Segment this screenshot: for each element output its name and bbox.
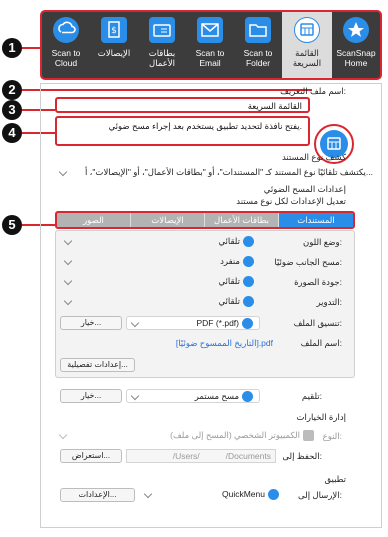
toolbar-quickmenu[interactable]: القائمة السريعة <box>282 12 332 78</box>
doc-type-tabs: الصور الإيصالات بطاقات الأعمال المستندات <box>55 211 355 229</box>
tab-photos[interactable]: الصور <box>57 213 130 227</box>
rotation-label: التدوير: <box>316 297 342 307</box>
callout-5: 5 <box>2 215 22 235</box>
detailed-settings-button[interactable]: إعدادات تفصيلية... <box>60 358 135 372</box>
doc-type-heading: كشف نوع المستند <box>281 152 346 162</box>
callout-line-1 <box>22 47 40 49</box>
save-to-field[interactable]: /Users/ /Documents <box>126 449 276 463</box>
file-format-label: تنسيق الملف: <box>293 318 342 328</box>
callout-2: 2 <box>2 80 22 100</box>
image-quality-select[interactable]: تلقائي <box>60 275 260 289</box>
toolbar-scan-to-folder[interactable]: Scan to Folder <box>234 12 282 78</box>
file-format-select[interactable]: PDF (*.pdf) <box>126 316 260 330</box>
folder-icon <box>245 17 271 43</box>
scanning-side-select[interactable]: منفرد <box>60 255 260 269</box>
manage-type-select[interactable]: الكمبيوتر الشخصي (المسح إلى ملف) <box>55 429 320 443</box>
image-quality-label: جودة الصورة: <box>294 277 342 287</box>
image-quality-icon <box>243 276 254 288</box>
chevron-down-icon <box>58 430 68 440</box>
toolbar-business-cards[interactable]: بطاقات الأعمال <box>138 12 186 78</box>
email-icon <box>197 17 223 43</box>
callout-4: 4 <box>2 123 22 143</box>
file-format-options-button[interactable]: خيار... <box>60 316 122 330</box>
send-to-select[interactable]: QuickMenu <box>140 488 285 502</box>
profile-name-value: القائمة السريعة <box>247 101 302 111</box>
chevron-down-icon <box>63 296 73 306</box>
callout-3: 3 <box>2 100 22 120</box>
scan-settings-heading: إعدادات المسح الضوئي <box>263 184 346 194</box>
feed-icon <box>242 391 253 403</box>
tab-receipts[interactable]: الإيصالات <box>130 213 204 227</box>
file-name-value[interactable]: [التاريخ الممسوح ضوئيًا].pdf <box>176 338 273 349</box>
file-name-label: اسم الملف: <box>300 338 342 348</box>
business-card-icon <box>149 17 175 43</box>
tab-documents[interactable]: المستندات <box>278 213 353 227</box>
rotation-icon <box>243 296 254 308</box>
application-heading: تطبيق <box>324 474 346 484</box>
chevron-down-icon <box>130 318 140 328</box>
save-to-label: الحفظ إلى: <box>282 451 322 461</box>
receipt-icon: $ <box>101 17 127 43</box>
manage-type-label: النوع: <box>322 431 342 441</box>
chevron-down-icon <box>63 276 73 286</box>
doc-type-select[interactable]: يكتشف تلقائيًا نوع المستند كـ "المستندات… <box>55 166 375 180</box>
callout-1: 1 <box>2 38 22 58</box>
browse-button[interactable]: استعراض... <box>60 449 122 463</box>
manage-options-heading: إدارة الخيارات <box>296 412 347 422</box>
svg-text:$: $ <box>111 26 117 36</box>
profile-toolbar: Scan to Cloud $ الإيصالات بطاقات الأعمال… <box>40 10 382 80</box>
profile-description-field[interactable]: يفتح نافذة لتحديد تطبيق يستخدم بعد إجراء… <box>55 116 310 146</box>
color-mode-select[interactable]: تلقائي <box>60 235 260 249</box>
pdf-icon <box>242 318 253 330</box>
chevron-down-icon <box>58 167 68 177</box>
scan-settings-subheading: تعديل الإعدادات لكل نوع مستند <box>236 196 346 206</box>
quickmenu-icon <box>294 17 320 43</box>
send-to-label: الإرسال إلى: <box>298 490 342 500</box>
rotation-select[interactable]: تلقائي <box>60 295 260 309</box>
feed-select[interactable]: مسح مستمر <box>126 389 260 403</box>
color-mode-icon <box>243 236 254 248</box>
profile-name-label: اسم ملف التعريف: <box>280 86 346 96</box>
chevron-down-icon <box>63 236 73 246</box>
application-settings-button[interactable]: الإعدادات... <box>60 488 135 502</box>
window: { "toolbar": { "items": [ {"label": "Sca… <box>0 0 388 537</box>
toolbar-scan-to-email[interactable]: Scan to Email <box>186 12 234 78</box>
toolbar-receipts[interactable]: $ الإيصالات <box>90 12 138 78</box>
scansnap-home-icon <box>343 17 369 43</box>
chevron-down-icon <box>143 489 153 499</box>
chevron-down-icon <box>130 391 140 401</box>
color-mode-label: وضع اللون: <box>303 237 342 247</box>
tab-business-cards[interactable]: بطاقات الأعمال <box>204 213 278 227</box>
feed-label: تلقيم: <box>301 391 322 401</box>
scanning-side-label: مسح الجانب ضوئيًا: <box>274 257 342 267</box>
chevron-down-icon <box>63 256 73 266</box>
profile-name-field[interactable]: القائمة السريعة <box>55 97 310 113</box>
quickmenu-app-icon <box>268 489 279 501</box>
computer-icon <box>303 430 314 442</box>
toolbar-scansnap-home[interactable]: ScanSnap Home <box>332 12 380 78</box>
scanning-side-icon <box>243 256 254 268</box>
cloud-scan-icon <box>53 17 79 43</box>
feed-options-button[interactable]: خيار... <box>60 389 122 403</box>
profile-description-value: يفتح نافذة لتحديد تطبيق يستخدم بعد إجراء… <box>108 121 302 131</box>
toolbar-scan-to-cloud[interactable]: Scan to Cloud <box>42 12 90 78</box>
